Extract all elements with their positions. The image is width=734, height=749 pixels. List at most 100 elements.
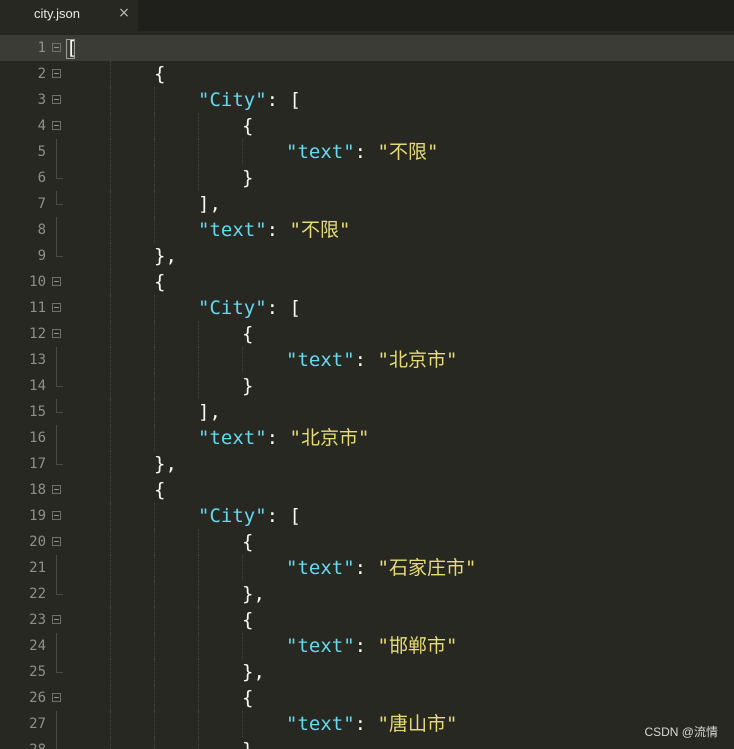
indent-guide (198, 321, 200, 347)
code-line[interactable]: 23 { (0, 607, 734, 633)
code-line[interactable]: 15], (0, 399, 734, 425)
code-line[interactable]: 10 { (0, 269, 734, 295)
code-line[interactable]: 19 "City": [ (0, 503, 734, 529)
indent-guide (110, 451, 112, 477)
code-line[interactable]: 24 "text": "邯郸市" (0, 633, 734, 659)
indent-guide (110, 243, 112, 269)
json-punctuation: }, (242, 583, 265, 605)
line-number: 12 (29, 326, 46, 342)
code-line[interactable]: 18 { (0, 477, 734, 503)
json-punctuation: { (154, 271, 166, 293)
json-key: "text" (198, 427, 267, 449)
code-line[interactable]: 27 "text": "唐山市" (0, 711, 734, 737)
code-line[interactable]: 9}, (0, 243, 734, 269)
code-text: "text": "石家庄市" (286, 555, 476, 581)
code-line[interactable]: 3 "City": [ (0, 87, 734, 113)
code-line[interactable]: 22}, (0, 581, 734, 607)
code-line[interactable]: 13 "text": "北京市" (0, 347, 734, 373)
code-editor[interactable]: 1[2{3 "City": [4{5 "text": "不限" 6} 7], 8 "text… (0, 31, 734, 749)
fold-toggle-icon[interactable] (52, 537, 61, 546)
tab-city-json[interactable]: city.json × (0, 0, 138, 31)
json-key: "text" (286, 349, 355, 371)
fold-toggle-icon[interactable] (52, 95, 61, 104)
indent-guide (154, 581, 156, 607)
indent-guide (110, 659, 112, 685)
indent-guide (154, 633, 156, 659)
json-key: "City" (198, 297, 267, 319)
json-punctuation: }, (242, 661, 265, 683)
code-line[interactable]: 14} (0, 373, 734, 399)
indent-guide (154, 165, 156, 191)
indent-guide (110, 191, 112, 217)
fold-end-marker (56, 243, 63, 257)
indent-guide (110, 295, 112, 321)
indent-guide (110, 555, 112, 581)
line-number: 8 (37, 222, 46, 238)
code-line[interactable]: 1[ (0, 35, 734, 61)
indent-guide (110, 529, 112, 555)
fold-end-marker (56, 191, 63, 205)
fold-toggle-icon[interactable] (52, 511, 61, 520)
indent-guide (110, 217, 112, 243)
fold-toggle-icon[interactable] (52, 277, 61, 286)
line-number: 14 (29, 378, 46, 394)
close-icon[interactable]: × (117, 5, 131, 21)
code-line[interactable]: 11 "City": [ (0, 295, 734, 321)
fold-toggle-icon[interactable] (52, 121, 61, 130)
indent-guide (154, 139, 156, 165)
indent-guide (110, 139, 112, 165)
line-number: 22 (29, 586, 46, 602)
indent-guide (198, 529, 200, 555)
fold-toggle-icon[interactable] (52, 69, 61, 78)
fold-toggle-icon[interactable] (52, 615, 61, 624)
code-line[interactable]: 20 { (0, 529, 734, 555)
code-line[interactable]: 28} (0, 737, 734, 749)
indent-guide (242, 555, 244, 581)
indent-guide (154, 737, 156, 749)
json-punctuation: : (266, 427, 290, 449)
json-punctuation: { (242, 115, 254, 137)
code-line[interactable]: 16 "text": "北京市" (0, 425, 734, 451)
code-line[interactable]: 7], (0, 191, 734, 217)
fold-toggle-icon[interactable] (52, 43, 61, 52)
code-line[interactable]: 17}, (0, 451, 734, 477)
indent-guide (154, 347, 156, 373)
fold-guide-line (56, 711, 57, 737)
json-key: "text" (198, 219, 267, 241)
json-punctuation: : (354, 141, 378, 163)
code-text: { (242, 685, 253, 711)
fold-toggle-icon[interactable] (52, 485, 61, 494)
code-line[interactable]: 4{ (0, 113, 734, 139)
indent-guide (110, 711, 112, 737)
fold-toggle-icon[interactable] (52, 329, 61, 338)
code-line[interactable]: 26 { (0, 685, 734, 711)
code-line[interactable]: 25}, (0, 659, 734, 685)
json-punctuation: : (354, 557, 378, 579)
code-line[interactable]: 2{ (0, 61, 734, 87)
json-punctuation: ], (198, 401, 221, 423)
line-number: 28 (0, 737, 46, 749)
code-text: }, (154, 451, 177, 477)
code-line[interactable]: 5 "text": "不限" (0, 139, 734, 165)
indent-guide (110, 633, 112, 659)
json-key: "City" (198, 505, 267, 527)
fold-toggle-icon[interactable] (52, 303, 61, 312)
code-text: { (242, 529, 253, 555)
line-number: 7 (37, 196, 46, 212)
line-number: 24 (29, 638, 46, 654)
indent-guide (110, 503, 112, 529)
code-line[interactable]: 8 "text": "不限" (0, 217, 734, 243)
fold-guide-line (56, 633, 57, 659)
code-line[interactable]: 21 "text": "石家庄市" (0, 555, 734, 581)
line-number: 3 (37, 92, 46, 108)
indent-guide (110, 607, 112, 633)
code-line[interactable]: 6} (0, 165, 734, 191)
json-string: "唐山市" (377, 713, 458, 735)
json-string: "邯郸市" (377, 635, 458, 657)
json-key: "text" (286, 713, 355, 735)
fold-toggle-icon[interactable] (52, 693, 61, 702)
fold-end-marker (56, 737, 63, 749)
indent-guide (198, 139, 200, 165)
indent-guide (154, 711, 156, 737)
code-line[interactable]: 12 { (0, 321, 734, 347)
